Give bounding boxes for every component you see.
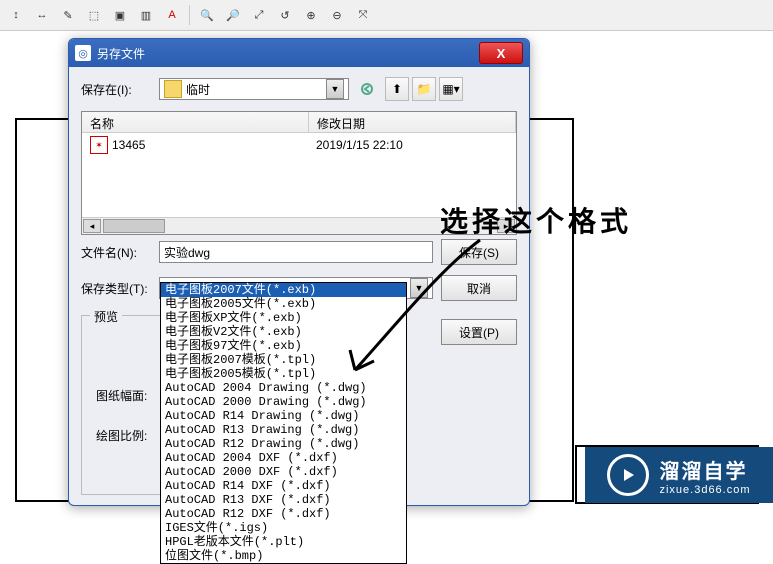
preview-groupbox: 预览 图纸幅面: 绘图比例:: [81, 315, 163, 495]
filetype-option[interactable]: 电子图板2005文件(*.exb): [161, 297, 406, 311]
scroll-left-icon[interactable]: ◂: [83, 219, 101, 233]
save-in-label: 保存在(I):: [81, 81, 151, 98]
up-folder-icon[interactable]: ⬆: [385, 77, 409, 101]
watermark: 溜溜自学 zixue.3d66.com: [585, 447, 773, 503]
main-toolbar: ↕ ↔ ✎ ⬚ ▣ ▥ A 🔍 🔎 ⤢ ↺ ⊕ ⊖ ⤧: [0, 0, 773, 31]
toolbar-separator: [189, 5, 190, 25]
filetype-option[interactable]: AutoCAD 2004 DXF (*.dxf): [161, 451, 406, 465]
annotation-text: 选择这个格式: [440, 200, 632, 240]
filetype-option[interactable]: AutoCAD R12 Drawing (*.dwg): [161, 437, 406, 451]
filetype-option[interactable]: 电子图板XP文件(*.exb): [161, 311, 406, 325]
file-name: 13465: [112, 138, 312, 152]
filetype-dropdown-list[interactable]: 电子图板2007文件(*.exb)电子图板2005文件(*.exb)电子图板XP…: [160, 282, 407, 564]
zoom-out-icon[interactable]: ⊖: [325, 3, 349, 27]
setup-button[interactable]: 设置(P): [441, 319, 517, 345]
file-icon: ✶: [90, 136, 108, 154]
save-in-value: 临时: [186, 81, 210, 98]
play-icon: [607, 454, 649, 496]
folder-icon: [164, 80, 182, 98]
dialog-title: 另存文件: [97, 45, 479, 62]
tool-icon[interactable]: ▥: [134, 3, 158, 27]
preview-label: 预览: [90, 308, 122, 325]
dialog-titlebar[interactable]: ◎ 另存文件 X: [69, 39, 529, 67]
filetype-option[interactable]: 电子图板V2文件(*.exb): [161, 325, 406, 339]
filetype-option[interactable]: 电子图板2005模板(*.tpl): [161, 367, 406, 381]
filename-label: 文件名(N):: [81, 244, 151, 261]
filetype-option[interactable]: HPGL老版本文件(*.plt): [161, 535, 406, 549]
filetype-option[interactable]: AutoCAD 2004 Drawing (*.dwg): [161, 381, 406, 395]
filetype-option[interactable]: AutoCAD R12 DXF (*.dxf): [161, 507, 406, 521]
save-button[interactable]: 保存(S): [441, 239, 517, 265]
back-button[interactable]: [357, 78, 377, 100]
chevron-down-icon[interactable]: ▼: [326, 79, 344, 99]
file-date: 2019/1/15 22:10: [316, 138, 508, 152]
filetype-option[interactable]: AutoCAD 2000 Drawing (*.dwg): [161, 395, 406, 409]
filetype-label: 保存类型(T):: [81, 280, 151, 297]
zoom-window-icon[interactable]: 🔍: [195, 3, 219, 27]
watermark-title: 溜溜自学: [659, 455, 747, 484]
col-date[interactable]: 修改日期: [309, 112, 516, 132]
filename-input[interactable]: 实验dwg: [159, 241, 433, 263]
tool-icon[interactable]: ⬚: [82, 3, 106, 27]
scroll-thumb[interactable]: [103, 219, 165, 233]
filetype-option[interactable]: 电子图板2007文件(*.exb): [161, 283, 406, 297]
app-icon: ◎: [75, 45, 91, 61]
zoom-prev-icon[interactable]: ↺: [273, 3, 297, 27]
view-menu-icon[interactable]: ▦▾: [439, 77, 463, 101]
filename-value: 实验dwg: [164, 244, 210, 261]
zoom-icon[interactable]: 🔎: [221, 3, 245, 27]
tool-icon[interactable]: ▣: [108, 3, 132, 27]
zoom-extent-icon[interactable]: ⤧: [351, 3, 375, 27]
zoom-in-icon[interactable]: ⊕: [299, 3, 323, 27]
filetype-option[interactable]: AutoCAD R13 Drawing (*.dwg): [161, 423, 406, 437]
filetype-option[interactable]: AutoCAD R13 DXF (*.dxf): [161, 493, 406, 507]
col-name[interactable]: 名称: [82, 112, 309, 132]
cancel-button[interactable]: 取消: [441, 275, 517, 301]
pan-icon[interactable]: ⤢: [247, 3, 271, 27]
tool-icon[interactable]: ✎: [56, 3, 80, 27]
tool-icon[interactable]: A: [160, 3, 184, 27]
save-in-combo[interactable]: 临时 ▼: [159, 78, 349, 100]
filetype-option[interactable]: AutoCAD 2000 DXF (*.dxf): [161, 465, 406, 479]
watermark-url: zixue.3d66.com: [659, 484, 750, 496]
sheet-label: 图纸幅面:: [96, 376, 147, 416]
file-list-header: 名称 修改日期: [82, 112, 516, 133]
filetype-option[interactable]: 电子图板97文件(*.exb): [161, 339, 406, 353]
tool-icon[interactable]: ↕: [4, 3, 28, 27]
new-folder-icon[interactable]: 📁: [412, 77, 436, 101]
chevron-down-icon[interactable]: ▼: [410, 278, 428, 298]
filetype-option[interactable]: AutoCAD R14 DXF (*.dxf): [161, 479, 406, 493]
filetype-option[interactable]: 位图文件(*.bmp): [161, 549, 406, 563]
file-row[interactable]: ✶ 13465 2019/1/15 22:10: [82, 133, 516, 157]
scale-label: 绘图比例:: [96, 416, 147, 456]
tool-icon[interactable]: ↔: [30, 3, 54, 27]
filetype-option[interactable]: AutoCAD R14 Drawing (*.dwg): [161, 409, 406, 423]
filetype-option[interactable]: IGES文件(*.igs): [161, 521, 406, 535]
close-button[interactable]: X: [479, 42, 523, 64]
filetype-option[interactable]: 电子图板2007模板(*.tpl): [161, 353, 406, 367]
